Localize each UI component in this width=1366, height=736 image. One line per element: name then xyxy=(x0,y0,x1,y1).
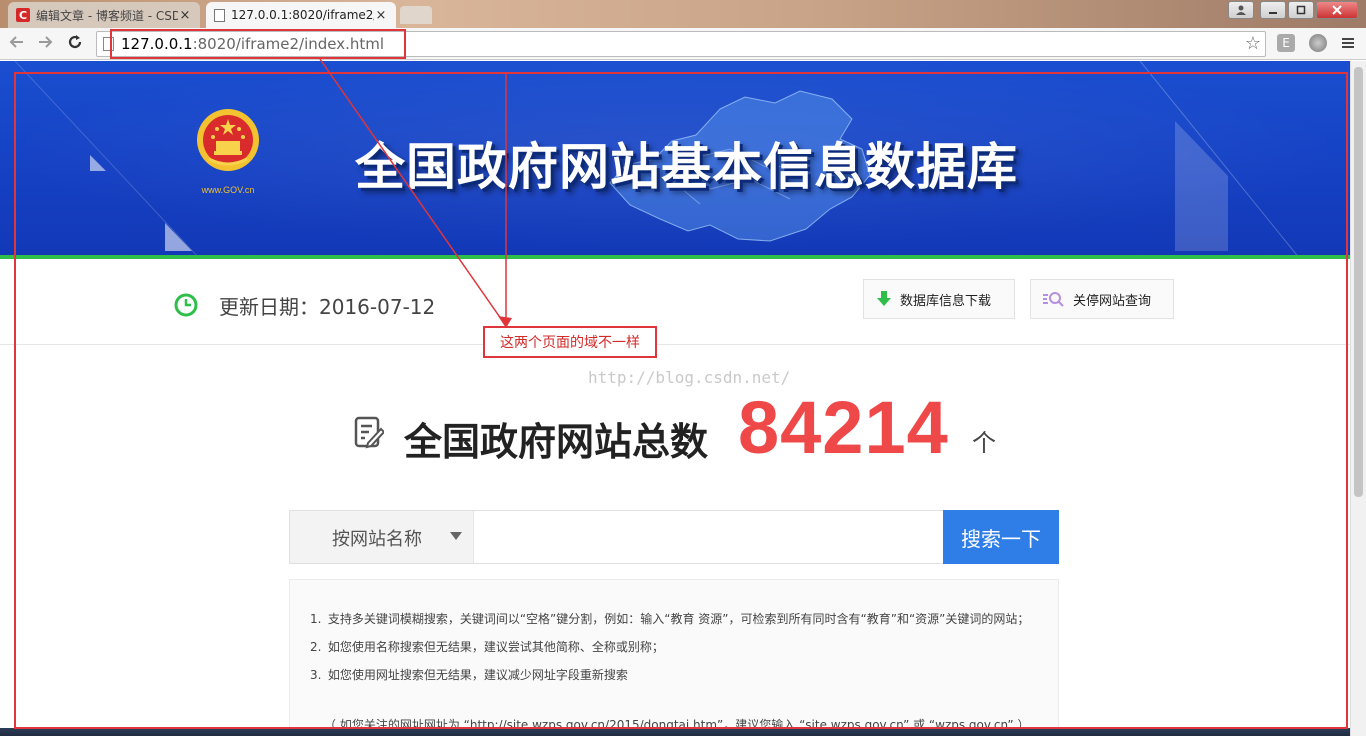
annotation-arrows xyxy=(319,58,512,328)
annotation-label: 这两个页面的域不一样 xyxy=(483,326,657,358)
